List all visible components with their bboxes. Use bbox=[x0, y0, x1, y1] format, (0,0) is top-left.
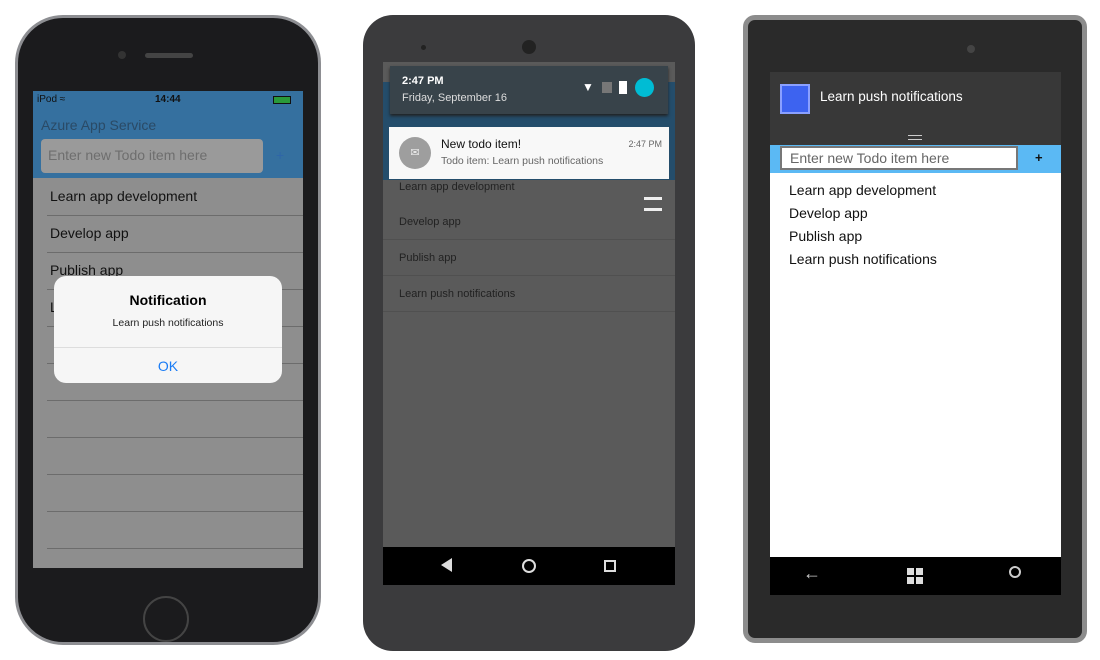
windows-nav-bar: ← bbox=[770, 557, 1061, 595]
app-tile-icon bbox=[780, 84, 810, 114]
android-nav-bar bbox=[383, 547, 675, 585]
ios-status-bar: iPod ≈ 14:44 bbox=[37, 94, 299, 105]
no-sim-icon bbox=[602, 82, 612, 93]
wifi-icon: ≈ bbox=[59, 94, 66, 105]
home-button[interactable] bbox=[143, 596, 189, 642]
windows-screen: Learn push notifications Enter new Todo … bbox=[770, 72, 1061, 557]
mail-icon: ✉ bbox=[399, 137, 431, 169]
recents-icon[interactable] bbox=[604, 560, 616, 572]
notification-shade-header: 2:47 PM Friday, September 16 ▼ bbox=[390, 66, 668, 114]
carrier: iPod bbox=[37, 94, 58, 105]
list-item[interactable]: Develop app bbox=[47, 216, 303, 253]
status-time: 14:44 bbox=[155, 94, 181, 105]
list-row-empty bbox=[47, 475, 303, 512]
ok-button[interactable]: OK bbox=[54, 347, 282, 383]
app-title: Azure App Service bbox=[41, 117, 157, 133]
list-item[interactable]: Develop app bbox=[789, 205, 868, 221]
list-item[interactable]: Learn app development bbox=[47, 179, 303, 216]
camera bbox=[967, 45, 975, 53]
shade-time: 2:47 PM bbox=[402, 75, 444, 87]
wifi-icon: ▼ bbox=[582, 80, 594, 94]
list-row-empty bbox=[47, 401, 303, 438]
back-icon[interactable]: ← bbox=[803, 563, 821, 584]
battery-icon bbox=[273, 96, 291, 104]
notification-text: Todo item: Learn push notifications bbox=[441, 155, 604, 167]
toast-text: Learn push notifications bbox=[820, 89, 963, 104]
list-item[interactable]: Learn push notifications bbox=[383, 276, 675, 312]
camera bbox=[421, 45, 426, 50]
camera bbox=[118, 51, 126, 59]
android-screen: 2:47 PM Friday, September 16 ▼ ✉ New tod… bbox=[383, 62, 675, 547]
list-item[interactable]: Publish app bbox=[789, 228, 862, 244]
add-button[interactable]: + bbox=[276, 147, 284, 163]
toast-notification[interactable]: Learn push notifications bbox=[770, 72, 1061, 145]
speaker bbox=[145, 53, 193, 58]
home-icon[interactable] bbox=[522, 559, 536, 573]
notification-alert: Notification Learn push notifications OK bbox=[54, 276, 282, 383]
battery-charging-icon bbox=[619, 81, 627, 94]
account-icon[interactable] bbox=[635, 78, 654, 97]
todo-input[interactable]: Enter new Todo item here bbox=[41, 139, 263, 173]
add-button[interactable]: + bbox=[1035, 150, 1043, 165]
list-item[interactable]: Learn push notifications bbox=[789, 251, 937, 267]
list-row-empty bbox=[47, 438, 303, 475]
notification-time: 2:47 PM bbox=[628, 139, 662, 149]
list-item[interactable]: Learn app development bbox=[789, 182, 936, 198]
list-item[interactable]: Publish app bbox=[383, 240, 675, 276]
speaker bbox=[522, 40, 536, 54]
shade-date: Friday, September 16 bbox=[402, 92, 507, 104]
notification-card[interactable]: ✉ New todo item! 2:47 PM Todo item: Lear… bbox=[389, 127, 669, 179]
notification-title: New todo item! bbox=[441, 137, 522, 151]
ios-screen: iPod ≈ 14:44 Azure App Service Enter new… bbox=[33, 91, 303, 568]
list-item[interactable]: Learn app development bbox=[383, 180, 675, 206]
list-item[interactable]: Develop app bbox=[383, 204, 675, 240]
search-icon[interactable] bbox=[1009, 566, 1021, 578]
drag-handle[interactable] bbox=[908, 135, 922, 140]
todo-input[interactable]: Enter new Todo item here bbox=[780, 146, 1018, 170]
alert-message: Learn push notifications bbox=[112, 317, 224, 329]
windows-icon[interactable] bbox=[907, 568, 923, 584]
list-row-empty bbox=[47, 512, 303, 549]
menu-icon[interactable] bbox=[644, 197, 662, 211]
back-icon[interactable] bbox=[441, 558, 452, 572]
alert-title: Notification bbox=[129, 292, 207, 308]
